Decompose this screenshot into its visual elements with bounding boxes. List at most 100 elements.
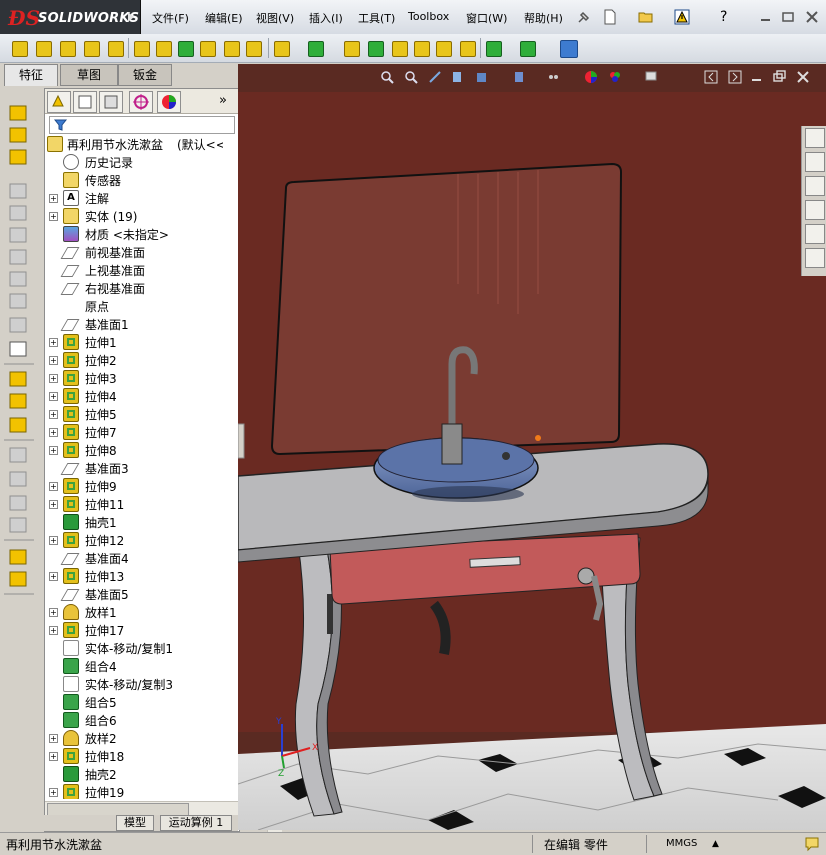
- menu-toolbox[interactable]: Toolbox: [408, 10, 449, 23]
- file-explorer-icon[interactable]: [805, 176, 825, 196]
- close-icon[interactable]: [804, 9, 820, 25]
- tree-item[interactable]: + 拉伸13: [45, 567, 223, 585]
- wrap-icon[interactable]: [392, 41, 408, 57]
- extruded-boss-icon[interactable]: [12, 41, 28, 57]
- tree-item[interactable]: + 拉伸1: [45, 333, 223, 351]
- tree-item[interactable]: + 拉伸3: [45, 369, 223, 387]
- tab-sheet-metal[interactable]: 钣金: [118, 64, 172, 86]
- tree-item[interactable]: 基准面1: [45, 315, 223, 333]
- tree-item[interactable]: 基准面3: [45, 459, 223, 477]
- menu-file[interactable]: 文件(F): [152, 10, 189, 26]
- status-units[interactable]: MMGS: [666, 838, 697, 849]
- expand-plus-icon[interactable]: +: [49, 608, 58, 617]
- help-bubble-icon[interactable]: [804, 836, 820, 855]
- rebuild-warning-icon[interactable]: [674, 9, 690, 25]
- custom-properties-icon[interactable]: [805, 248, 825, 268]
- tree-item[interactable]: 前视基准面: [45, 243, 223, 261]
- revolved-boss-icon[interactable]: [36, 41, 52, 57]
- tree-item[interactable]: 历史记录: [45, 153, 223, 171]
- tree-item[interactable]: 原点: [45, 297, 223, 315]
- help-icon[interactable]: ?: [720, 9, 736, 25]
- extruded-cut-icon[interactable]: [134, 41, 150, 57]
- tree-item[interactable]: 组合6: [45, 711, 223, 729]
- expand-plus-icon[interactable]: +: [49, 374, 58, 383]
- expand-plus-icon[interactable]: +: [49, 194, 58, 203]
- rib-icon[interactable]: [274, 41, 290, 57]
- restore-icon[interactable]: [780, 9, 796, 25]
- expand-chevron-icon[interactable]: »: [219, 93, 235, 109]
- appearances-scenes-icon[interactable]: [805, 224, 825, 244]
- design-library-icon[interactable]: [805, 152, 825, 172]
- dimxpert-tab-icon[interactable]: [129, 91, 153, 113]
- menu-help[interactable]: 帮助(H): [524, 10, 563, 26]
- tree-item[interactable]: 传感器: [45, 171, 223, 189]
- graphics-viewport[interactable]: Y X Z: [238, 64, 826, 830]
- mirror-icon[interactable]: [460, 41, 476, 57]
- tree-item[interactable]: 基准面4: [45, 549, 223, 567]
- solidworks-resources-icon[interactable]: [805, 128, 825, 148]
- units-dropdown-icon[interactable]: ▲: [712, 839, 719, 849]
- swept-cut-icon[interactable]: [178, 41, 194, 57]
- expand-plus-icon[interactable]: +: [49, 446, 58, 455]
- open-folder-icon[interactable]: [638, 9, 654, 25]
- tree-root-part[interactable]: 再利用节水洗漱盆 (默认<<默: [45, 135, 223, 153]
- tree-filter-input[interactable]: [49, 116, 235, 134]
- dome-icon[interactable]: [414, 41, 430, 57]
- expand-plus-icon[interactable]: +: [49, 356, 58, 365]
- expand-plus-icon[interactable]: +: [49, 338, 58, 347]
- tree-item[interactable]: 抽壳2: [45, 765, 223, 783]
- expand-plus-icon[interactable]: +: [49, 500, 58, 509]
- chamfer-icon[interactable]: [246, 41, 262, 57]
- display-manager-tab-icon[interactable]: [157, 91, 181, 113]
- new-document-icon[interactable]: [602, 9, 618, 25]
- expand-plus-icon[interactable]: +: [49, 212, 58, 221]
- tree-item[interactable]: 材质 <未指定>: [45, 225, 223, 243]
- tree-item[interactable]: 组合5: [45, 693, 223, 711]
- revolved-cut-icon[interactable]: [156, 41, 172, 57]
- tree-item[interactable]: 实体-移动/复制1: [45, 639, 223, 657]
- expand-plus-icon[interactable]: +: [49, 752, 58, 761]
- tree-item[interactable]: + 拉伸18: [45, 747, 223, 765]
- collapse-panel-tab[interactable]: [238, 423, 245, 459]
- tree-item[interactable]: + 拉伸9: [45, 477, 223, 495]
- intersect-icon[interactable]: [436, 41, 452, 57]
- menu-edit[interactable]: 编辑(E): [205, 10, 243, 26]
- tree-item[interactable]: + 实体 (19): [45, 207, 223, 225]
- solidworks-logo[interactable]: ƉS SOLIDWORKS: [0, 0, 141, 34]
- tree-item[interactable]: 基准面5: [45, 585, 223, 603]
- tab-sketch[interactable]: 草图: [60, 64, 118, 86]
- feature-tree-tab-icon[interactable]: [47, 91, 71, 113]
- tree-item[interactable]: + 拉伸4: [45, 387, 223, 405]
- lofted-cut-icon[interactable]: [200, 41, 216, 57]
- tree-item[interactable]: + 放样1: [45, 603, 223, 621]
- tab-model[interactable]: 模型: [116, 815, 154, 831]
- expand-plus-icon[interactable]: +: [49, 788, 58, 797]
- configuration-manager-tab-icon[interactable]: [99, 91, 123, 113]
- expand-plus-icon[interactable]: +: [49, 482, 58, 491]
- expand-plus-icon[interactable]: +: [49, 392, 58, 401]
- expand-plus-icon[interactable]: +: [49, 572, 58, 581]
- curves-icon[interactable]: [520, 41, 536, 57]
- boundary-boss-icon[interactable]: [108, 41, 124, 57]
- expand-plus-icon[interactable]: +: [49, 734, 58, 743]
- menu-window[interactable]: 窗口(W): [466, 10, 507, 26]
- tree-item[interactable]: 实体-移动/复制3: [45, 675, 223, 693]
- shell-tool-icon[interactable]: [368, 41, 384, 57]
- property-manager-tab-icon[interactable]: [73, 91, 97, 113]
- linear-pattern-icon[interactable]: [308, 41, 324, 57]
- tree-item[interactable]: + 放样2: [45, 729, 223, 747]
- expand-plus-icon[interactable]: +: [49, 626, 58, 635]
- draft-icon[interactable]: [344, 41, 360, 57]
- lofted-boss-icon[interactable]: [84, 41, 100, 57]
- tree-item[interactable]: + 拉伸11: [45, 495, 223, 513]
- tree-item[interactable]: + 拉伸2: [45, 351, 223, 369]
- reference-geometry-icon[interactable]: [486, 41, 502, 57]
- tab-motion-study[interactable]: 运动算例 1: [160, 815, 232, 831]
- view-palette-icon[interactable]: [805, 200, 825, 220]
- tree-item[interactable]: + 拉伸12: [45, 531, 223, 549]
- tree-item[interactable]: 右视基准面: [45, 279, 223, 297]
- expand-plus-icon[interactable]: +: [49, 536, 58, 545]
- tree-item[interactable]: + A 注解: [45, 189, 223, 207]
- tree-item[interactable]: 上视基准面: [45, 261, 223, 279]
- tree-horizontal-scrollbar[interactable]: [45, 801, 239, 816]
